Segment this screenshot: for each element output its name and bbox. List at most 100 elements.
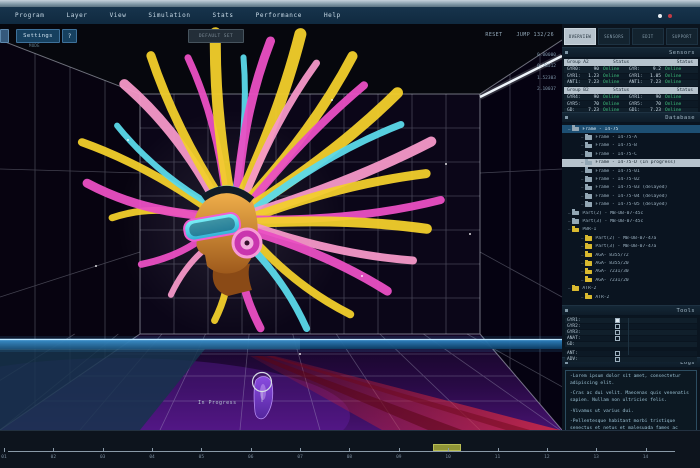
hud-jump-label: JUMP 132/26 [516,32,554,38]
tree-item-label: Frame - 14-75-04 (delayed) [595,194,667,199]
window-minimize-icon[interactable] [658,14,662,18]
menu-program[interactable]: Program [4,12,56,19]
sensor-status-col: Status [613,88,655,93]
tree-expander-icon[interactable]: – [581,202,583,207]
tree-expander-icon[interactable]: – [581,269,583,274]
tools-list: GYR1:GYR2:GYR3:ANAT:GD:ANT:ADV: [562,316,700,357]
sensor-group-name: Group B2 [567,88,613,93]
sensors-panel-header[interactable]: Sensors [562,47,700,58]
checkbox[interactable] [615,336,620,341]
collapsed-panel-button[interactable] [0,29,9,43]
tree-expander-icon[interactable]: – [568,219,570,224]
folder-icon [572,219,579,224]
tree-item[interactable]: – Frame - 14-75-03 (delayed) [562,184,700,192]
tree-item[interactable]: –Frame - 14-75-02 [562,175,700,183]
folder-icon [585,244,592,249]
headphone-earcup [233,229,261,257]
sensors-table: Group A2StatusStatusGYR0:90OnlineGYR:9.2… [562,58,700,112]
tree-expander-icon[interactable]: – [581,185,583,190]
checkbox[interactable] [615,318,620,323]
tree-item[interactable]: –AGA- 8355/72 [562,251,700,259]
status-badge: Online [665,74,691,79]
tree-item[interactable]: –Frame - 14-75-A [562,133,700,141]
tree-expander-icon[interactable]: – [581,244,583,249]
tree-expander-icon[interactable]: – [581,295,583,300]
tree-item[interactable]: – Frame - 14-75-04 (delayed) [562,192,700,200]
tree-expander-icon[interactable]: – [581,261,583,266]
tab-overview[interactable]: OVERVIEW [564,28,596,45]
menu-stats[interactable]: Stats [202,12,245,19]
tree-expander-icon[interactable]: – [581,152,583,157]
tree-item[interactable]: –Frame - 14-75-01 [562,167,700,175]
tree-expander-icon[interactable]: – [581,253,583,258]
sensor-cell: 9.2 [649,67,665,72]
menu-bar: ProgramLayerViewSimulationStatsPerforman… [0,7,700,25]
tree-item[interactable]: – Frame - 14-75 [562,125,700,133]
default-set-button[interactable]: DEFAULT SET [188,29,244,43]
timeline-tick-label: 13 [593,455,598,460]
window-close-icon[interactable] [668,14,672,18]
tree-expander-icon[interactable]: – [581,135,583,140]
3d-viewport[interactable]: Settings ? DEFAULT SET MODE RESET JUMP 1… [0,24,562,430]
sensor-cell: GYR1: [629,95,649,100]
tree-item[interactable]: –Part(3) - MB-DB-07-45c [562,217,700,225]
tree-item[interactable]: –AGA- 7231/30 [562,268,700,276]
menu-view[interactable]: View [99,12,138,19]
menu-layer[interactable]: Layer [56,12,99,19]
tree-item[interactable]: –AGA- 8355/20 [562,259,700,267]
sensor-cell: GYR5: [629,102,649,107]
tree-expander-icon[interactable]: – [581,236,583,241]
tab-edit[interactable]: EDIT [632,28,664,45]
tree-item[interactable]: –Frame - 14-75-05 (delayed) [562,201,700,209]
tree-item[interactable]: –PBR-1 [562,226,700,234]
timeline-tick-label: 03 [100,455,105,460]
status-badge: Online [603,102,629,107]
menu-simulation[interactable]: Simulation [137,12,201,19]
tree-item-label: Frame - 14-75-03 (delayed) [595,185,667,190]
database-panel-title: Database [665,115,695,121]
timeline-tick-label: 06 [248,455,253,460]
tree-item[interactable]: –ATR-2 [562,293,700,301]
status-badge: Online [603,80,629,85]
tree-item[interactable]: –Part(3) - MB-DB-07-47a [562,242,700,250]
tree-expander-icon[interactable]: – [568,227,570,232]
log-output[interactable]: -Lorem ipsum dolor sit amet, consectetur… [565,370,697,436]
sensor-cell: GYR: [629,67,649,72]
tree-item[interactable]: –Frame - 14-75-B [562,142,700,150]
menu-help[interactable]: Help [313,12,352,19]
checkbox[interactable] [615,357,620,362]
tree-item[interactable]: –Frame - 14-75-C [562,150,700,158]
tree-expander-icon[interactable]: – [568,127,570,132]
panel-bullet-icon [565,51,568,54]
timeline-scrubber[interactable] [433,444,461,451]
tree-item[interactable]: –Part(2) - MB-DB-07-47a [562,234,700,242]
checkbox[interactable] [615,351,620,356]
database-panel-header[interactable]: Database [562,112,700,123]
tree-item-label: Frame - 14-75 [582,127,618,132]
tab-support[interactable]: SUPPORT [666,28,698,45]
tree-expander-icon[interactable]: – [568,286,570,291]
tools-divider [628,318,629,355]
tree-expander-icon[interactable]: – [581,177,583,182]
checkbox[interactable] [615,330,620,335]
tree-item[interactable]: –Part(2) - MB-DB-07-45c [562,209,700,217]
checkbox[interactable] [615,324,620,329]
tree-expander-icon[interactable]: – [581,169,583,174]
timeline-axis [8,451,675,452]
hud-reset-label[interactable]: RESET [485,32,502,38]
menu-performance[interactable]: Performance [245,12,313,19]
tree-item[interactable]: –Frame - 14-75-D (In progress) [562,159,700,167]
tools-panel-header[interactable]: Tools [562,305,700,316]
tree-expander-icon[interactable]: – [581,194,583,199]
tree-expander-icon[interactable]: – [568,211,570,216]
tree-expander-icon[interactable]: – [581,160,583,165]
help-button[interactable]: ? [62,29,77,43]
tree-expander-icon[interactable]: – [581,143,583,148]
tab-sensors[interactable]: SENSORS [598,28,630,45]
status-badge: Online [603,95,629,100]
settings-button[interactable]: Settings [16,29,60,43]
tree-item[interactable]: –ATR-2 [562,284,700,292]
tree-expander-icon[interactable]: – [581,278,583,283]
tree-item[interactable]: –AGA- 7231/20 [562,276,700,284]
folder-icon [585,169,592,174]
